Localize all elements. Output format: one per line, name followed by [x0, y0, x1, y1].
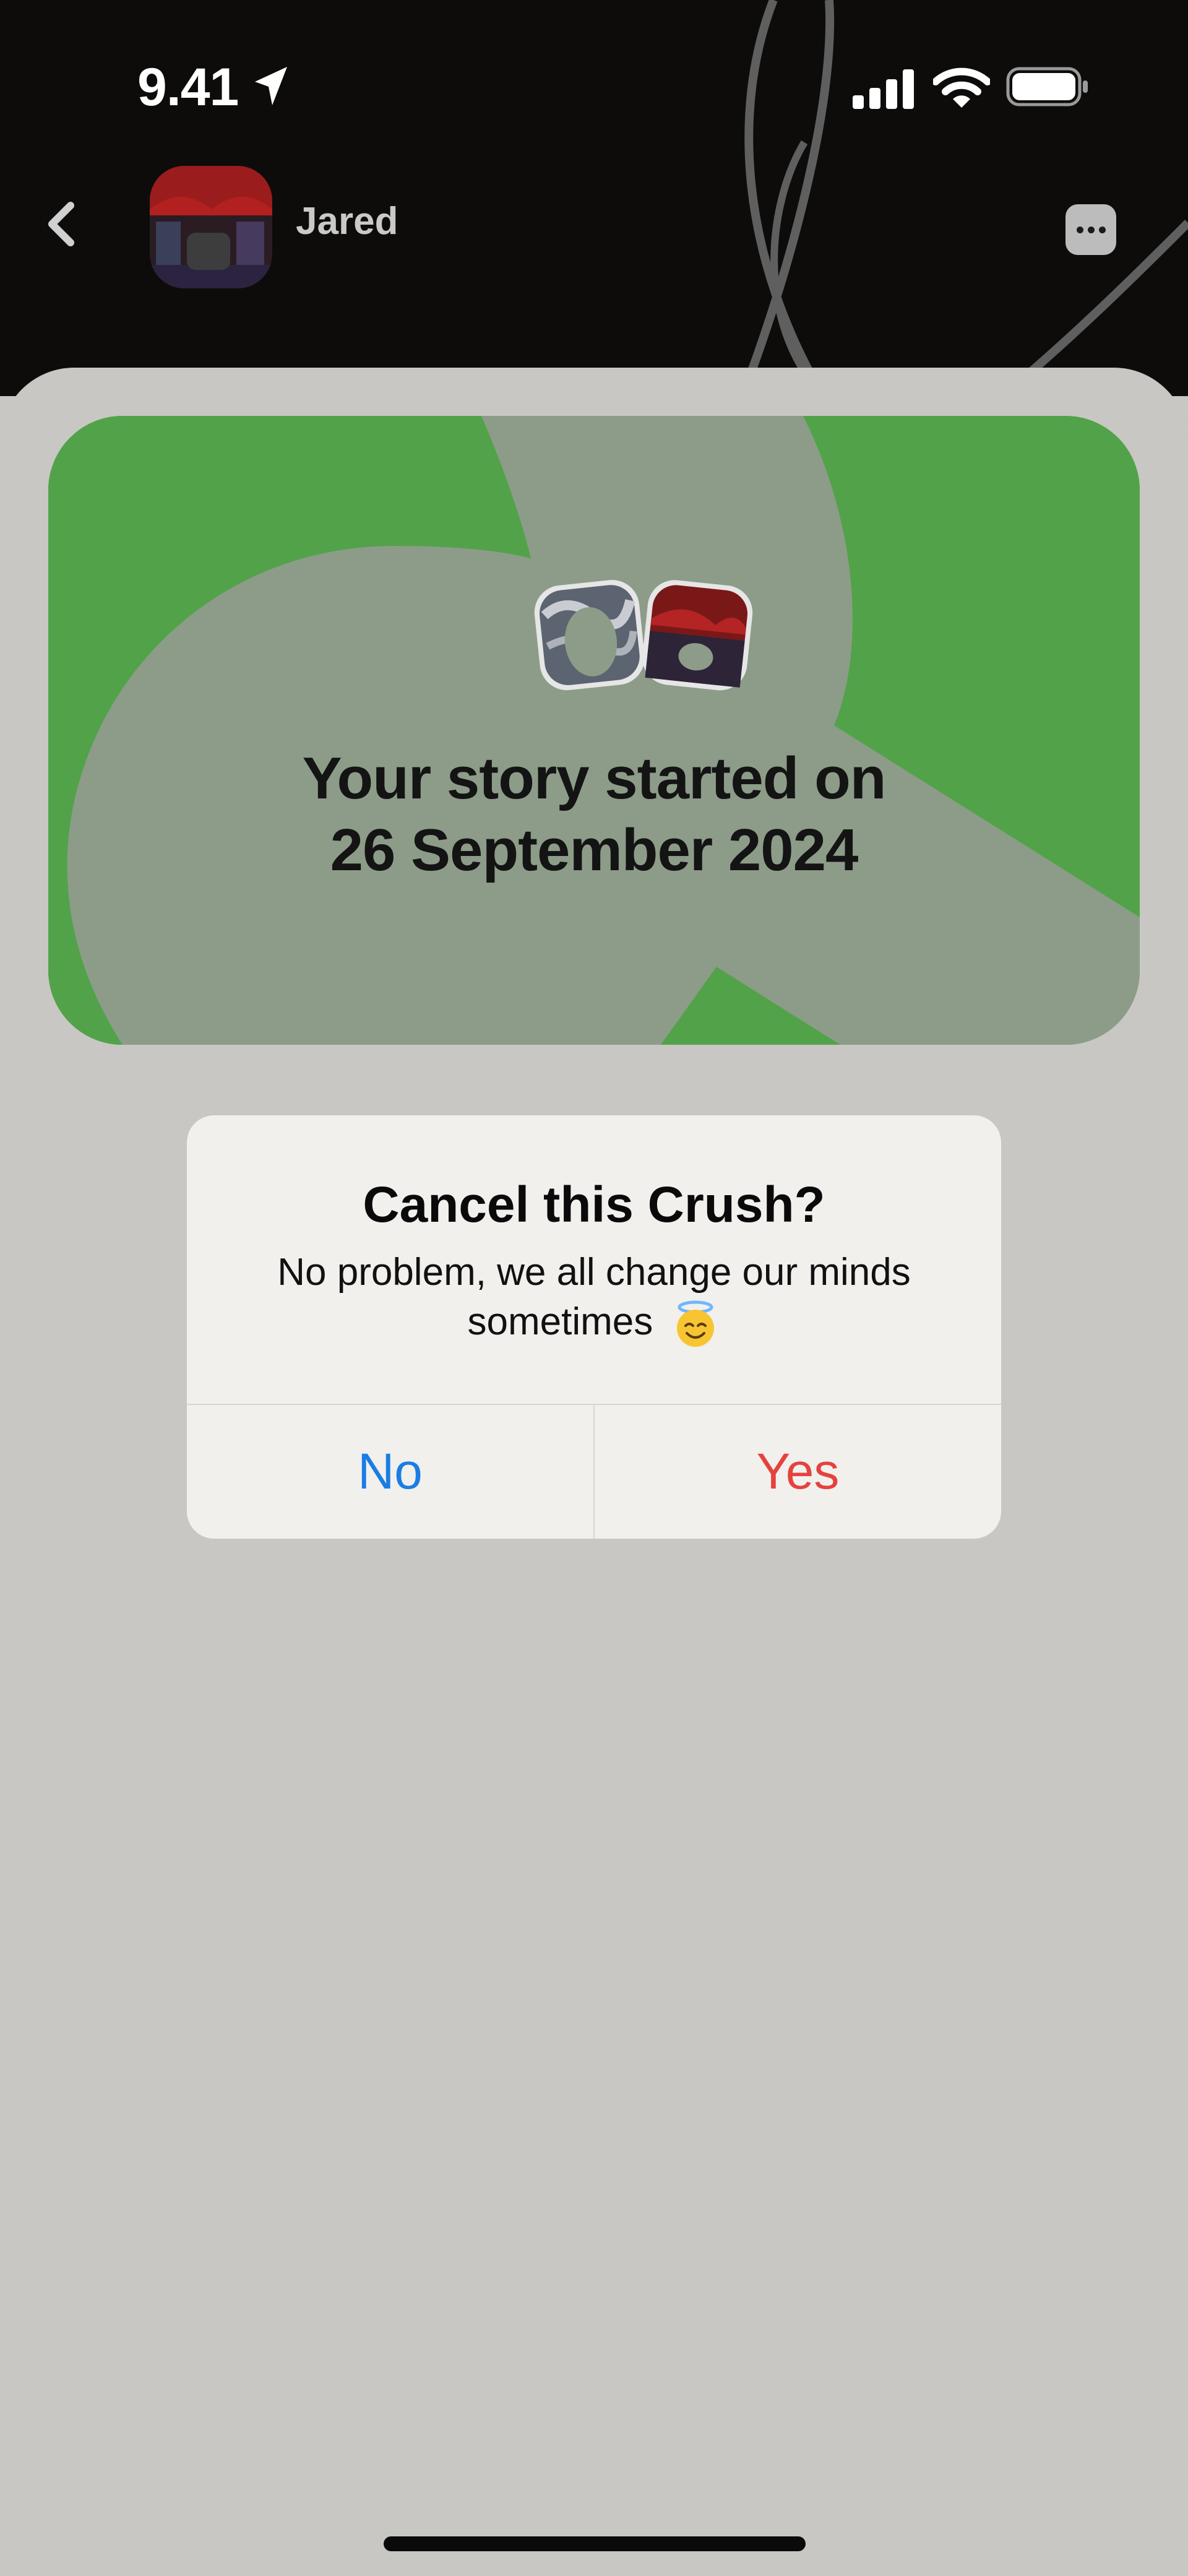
- wifi-icon: [933, 67, 990, 108]
- yes-button[interactable]: Yes: [595, 1405, 1001, 1539]
- cancel-crush-dialog: Cancel this Crush? No problem, we all ch…: [187, 1115, 1001, 1539]
- avatar-photo: [150, 166, 272, 288]
- dialog-message: No problem, we all change our minds some…: [236, 1248, 952, 1349]
- story-start-title: Your story started on 26 September 2024: [48, 743, 1140, 886]
- contact-avatar[interactable]: [150, 166, 272, 288]
- back-button[interactable]: [40, 199, 84, 249]
- dialog-title: Cancel this Crush?: [363, 1177, 825, 1233]
- story-card-background: [48, 416, 1140, 1045]
- smiling-face-with-halo-icon: [677, 1300, 715, 1347]
- ellipsis-dot-icon: [1099, 227, 1106, 233]
- story-title-line1: Your story started on: [302, 745, 887, 811]
- dialog-message-text: No problem, we all change our minds some…: [277, 1251, 911, 1343]
- header-bar: 9.41 Jared: [0, 0, 1188, 396]
- no-button[interactable]: No: [187, 1405, 593, 1539]
- more-options-button[interactable]: [1065, 204, 1116, 255]
- contact-name[interactable]: Jared: [296, 199, 398, 243]
- ellipsis-dot-icon: [1088, 227, 1095, 233]
- location-arrow-icon: [255, 67, 287, 105]
- chevron-left-icon: [48, 202, 74, 246]
- status-time: 9.41: [137, 58, 239, 117]
- story-card: Your story started on 26 September 2024: [48, 416, 1140, 1045]
- ellipsis-dot-icon: [1077, 227, 1083, 233]
- cellular-signal-icon: [853, 69, 914, 109]
- story-title-date: 26 September 2024: [330, 817, 859, 883]
- couple-avatars: [534, 580, 753, 691]
- home-indicator[interactable]: [384, 2536, 806, 2551]
- battery-icon: [1006, 67, 1088, 106]
